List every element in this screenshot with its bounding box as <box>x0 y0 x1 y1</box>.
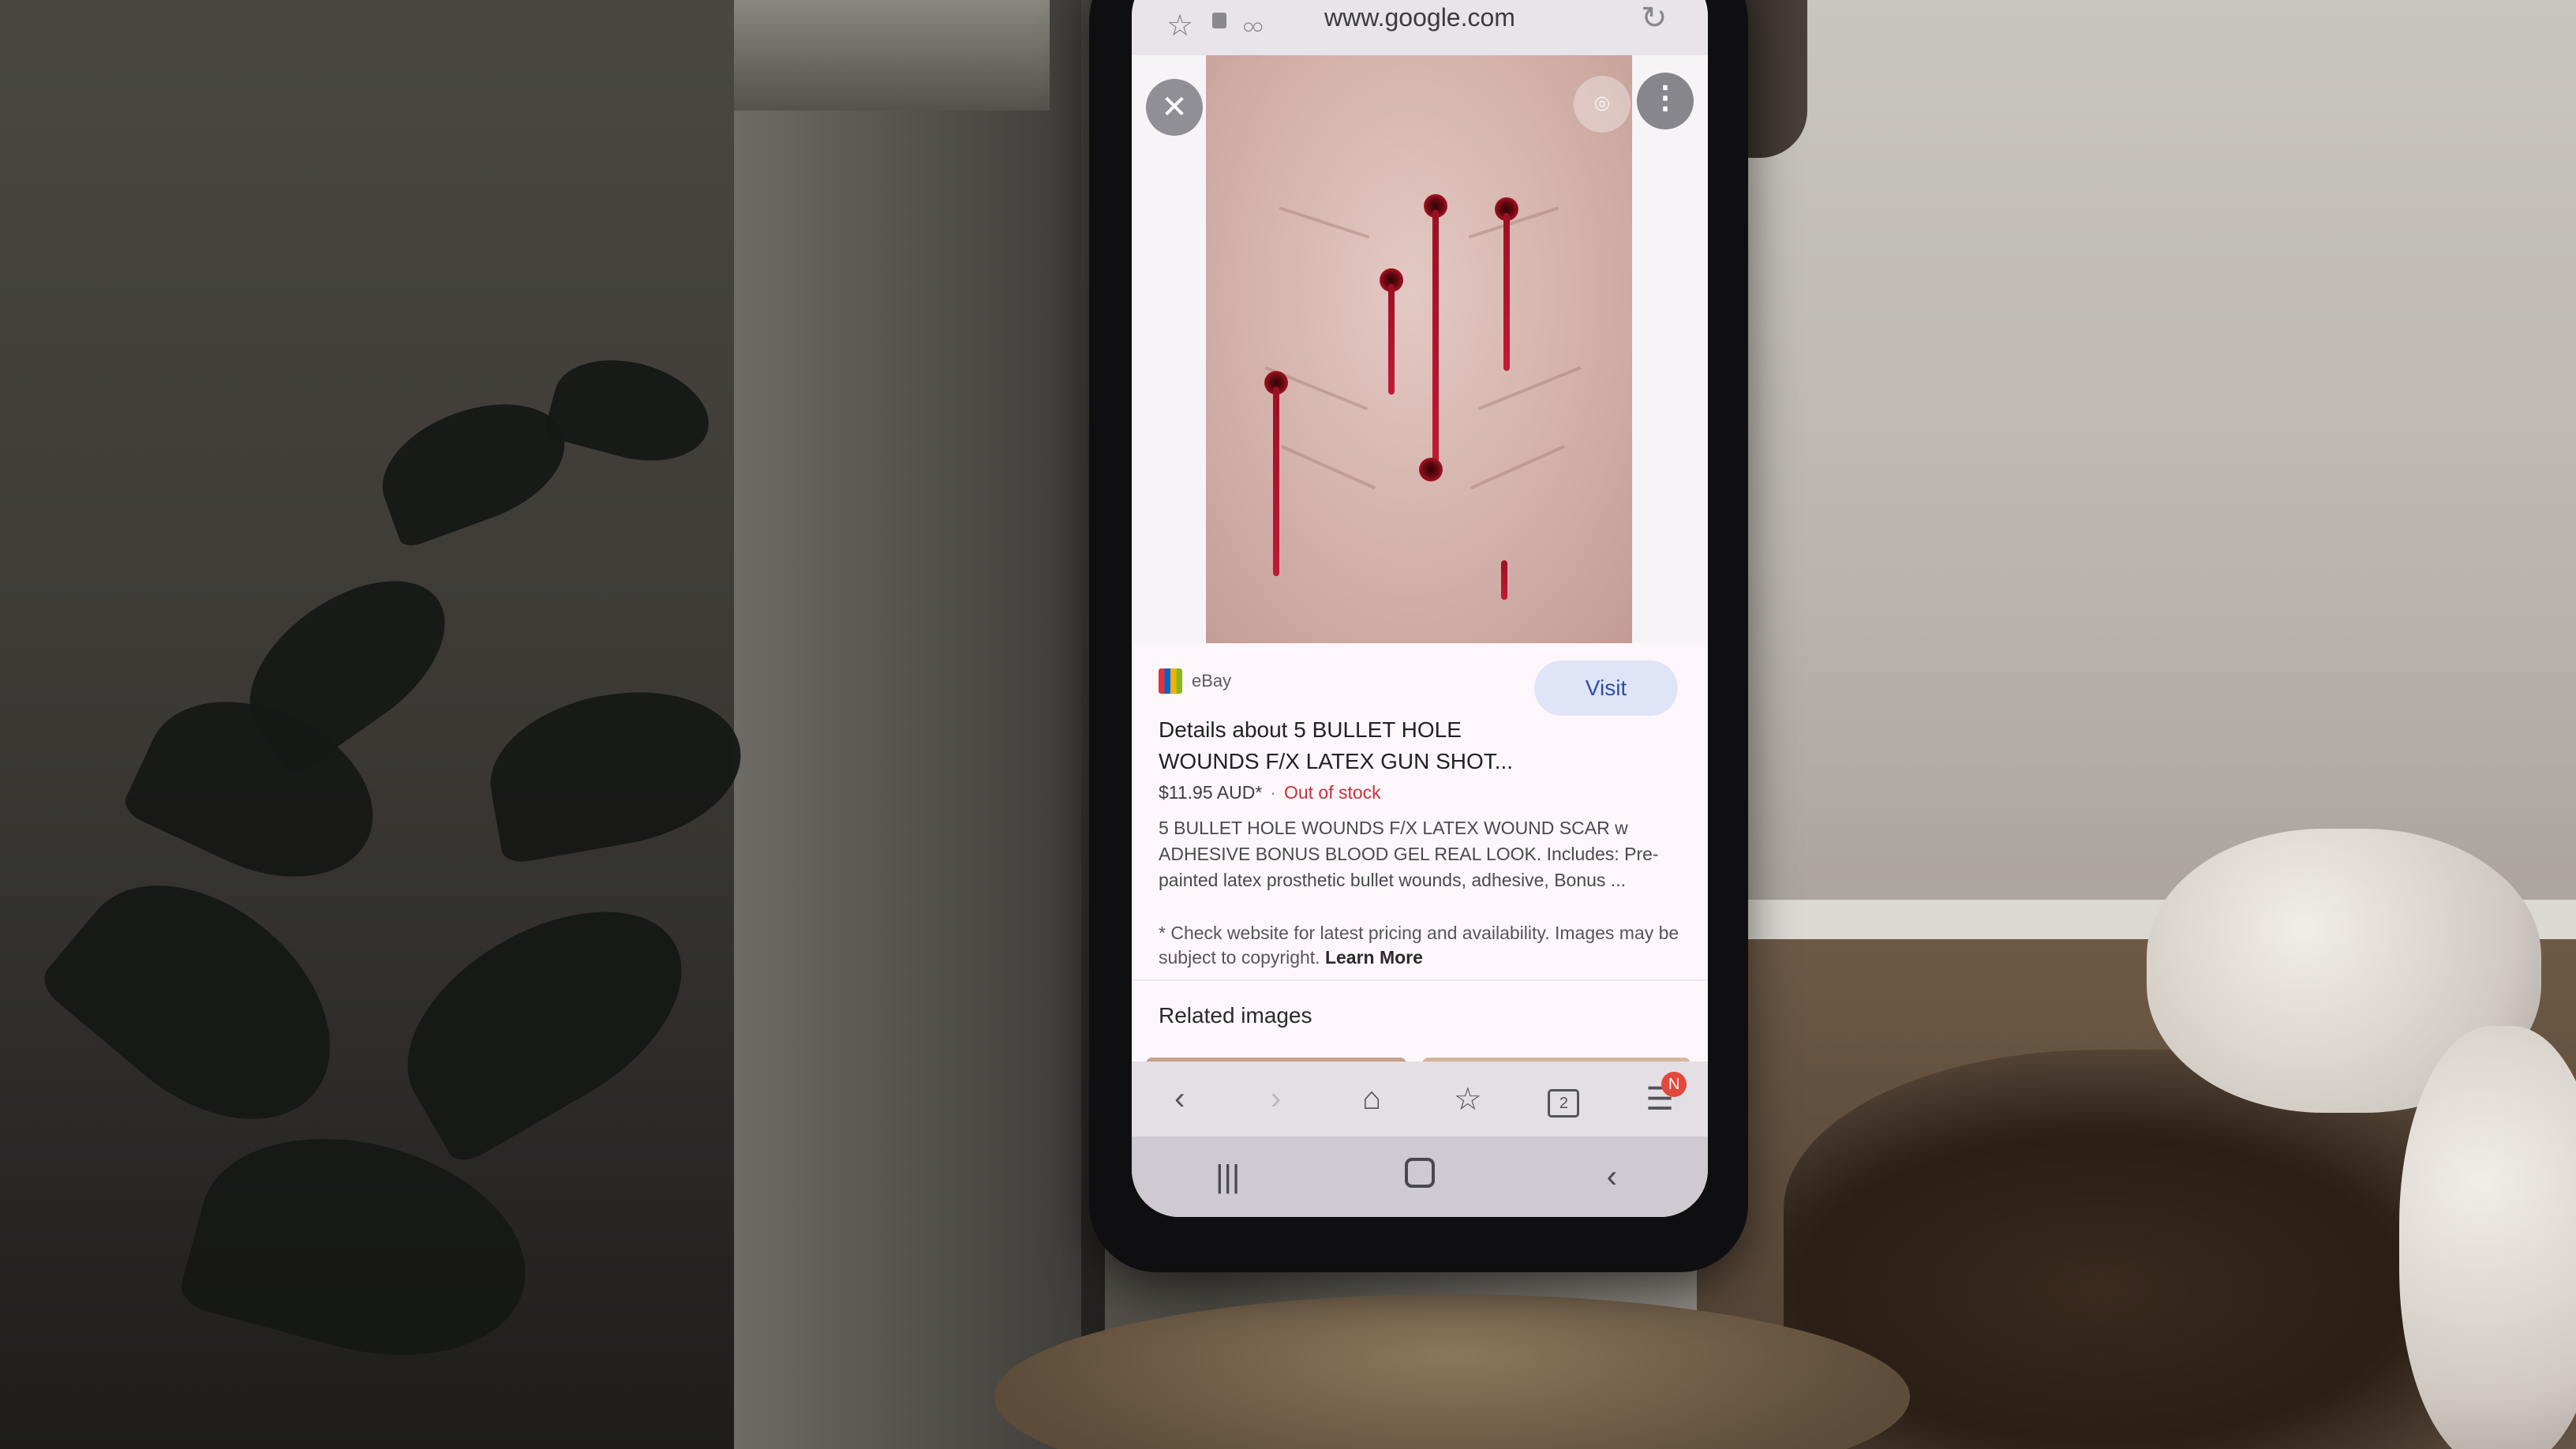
home-icon[interactable]: ⌂ <box>1340 1081 1403 1117</box>
address-bar[interactable]: ☆ ○○ www.google.com ↻ <box>1132 0 1708 55</box>
back-icon[interactable]: ‹ <box>1148 1081 1211 1117</box>
rib-shadow <box>1279 206 1370 239</box>
learn-more-link[interactable]: Learn More <box>1325 947 1423 968</box>
related-heading: Related images <box>1159 1003 1312 1028</box>
price-row: $11.95 AUD* · Out of stock <box>1159 782 1381 803</box>
blood-drip <box>1388 284 1395 395</box>
forward-icon[interactable]: › <box>1244 1081 1307 1117</box>
close-icon[interactable]: ✕ <box>1146 79 1203 136</box>
bookmarks-icon[interactable]: ☆ <box>1436 1081 1500 1118</box>
lens-icon[interactable]: ⌾ <box>1574 76 1631 133</box>
result-description: 5 BULLET HOLE WOUNDS F/X LATEX WOUND SCA… <box>1159 818 1659 890</box>
home-circle <box>1404 1158 1435 1188</box>
reload-icon[interactable]: ↻ <box>1641 0 1668 36</box>
system-nav-bar: ||| ‹ <box>1132 1136 1708 1217</box>
blood-drip <box>1273 387 1279 576</box>
pouf <box>2399 1026 2576 1449</box>
blood-drip <box>1432 210 1439 478</box>
ebay-logo-icon <box>1159 668 1182 694</box>
phone-screen: ☆ ○○ www.google.com ↻ ✕ ⌾ ⋮ eBay Visit D… <box>1132 0 1708 1217</box>
wound-mark <box>1419 458 1443 481</box>
separator: · <box>1270 782 1276 803</box>
result-title[interactable]: Details about 5 BULLET HOLE WOUNDS F/X L… <box>1159 714 1530 777</box>
home-button-icon[interactable] <box>1372 1158 1467 1196</box>
divider <box>1132 979 1708 981</box>
shelf <box>734 0 1050 110</box>
rib-shadow <box>1477 365 1582 411</box>
tab-count: 2 <box>1548 1089 1580 1118</box>
rib-shadow <box>1470 444 1566 490</box>
blood-drip <box>1503 213 1510 371</box>
price: $11.95 AUD* <box>1159 782 1263 803</box>
disclaimer: * Check website for latest pricing and a… <box>1159 921 1679 970</box>
system-back-icon[interactable]: ‹ <box>1564 1159 1659 1195</box>
product-photo <box>1206 55 1632 643</box>
rib-shadow <box>1280 444 1376 490</box>
image-viewer: ✕ ⌾ ⋮ <box>1132 55 1708 643</box>
tabs-icon[interactable]: 2 <box>1532 1080 1595 1118</box>
blood-drip <box>1501 560 1507 600</box>
visit-button[interactable]: Visit <box>1534 661 1678 716</box>
more-vert-icon[interactable]: ⋮ <box>1637 73 1694 129</box>
source-name: eBay <box>1192 671 1232 691</box>
result-card: eBay Visit Details about 5 BULLET HOLE W… <box>1132 643 1708 1089</box>
menu-badge: N <box>1661 1071 1687 1097</box>
recents-icon[interactable]: ||| <box>1181 1159 1275 1195</box>
right-wall <box>1736 0 2576 939</box>
url-text[interactable]: www.google.com <box>1132 3 1708 32</box>
cabinet <box>734 0 1081 1449</box>
menu-icon[interactable]: ☰ N <box>1628 1071 1691 1118</box>
stock-status: Out of stock <box>1283 782 1381 803</box>
browser-toolbar: ‹ › ⌂ ☆ 2 ☰ N <box>1132 1061 1708 1136</box>
source-row[interactable]: eBay <box>1159 668 1231 694</box>
